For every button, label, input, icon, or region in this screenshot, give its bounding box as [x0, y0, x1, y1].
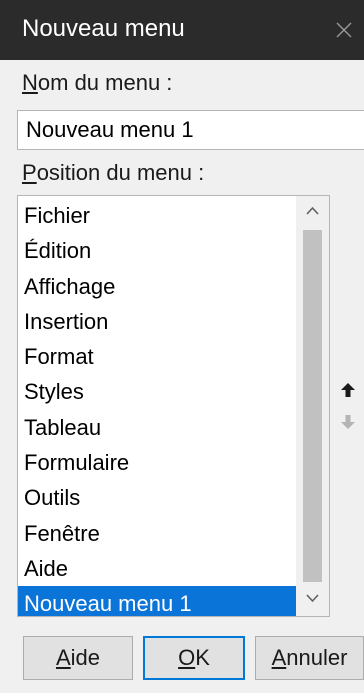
arrow-down-icon	[341, 415, 355, 429]
list-item[interactable]: Tableau	[18, 410, 296, 445]
cancel-button-label: nnuler	[286, 645, 348, 670]
close-button[interactable]	[324, 0, 364, 60]
list-item[interactable]: Aide	[18, 551, 296, 586]
list-item[interactable]: Nouveau menu 1	[18, 586, 296, 616]
move-up-button[interactable]	[338, 380, 358, 400]
title-bar: Nouveau menu	[0, 0, 364, 60]
ok-button-mnemonic: O	[178, 645, 196, 670]
menu-position-label: Position du menu :	[22, 160, 204, 186]
menu-position-label-mnemonic: P	[22, 160, 37, 185]
move-down-button[interactable]	[338, 412, 358, 432]
window-title: Nouveau menu	[22, 15, 185, 42]
cancel-button[interactable]: Annuler	[255, 636, 364, 680]
list-item[interactable]: Styles	[18, 374, 296, 409]
list-item[interactable]: Édition	[18, 233, 296, 268]
list-item[interactable]: Outils	[18, 480, 296, 515]
list-item[interactable]: Format	[18, 339, 296, 374]
menu-position-list[interactable]: Fichier Édition Affichage Insertion Form…	[17, 195, 330, 617]
list-item[interactable]: Affichage	[18, 269, 296, 304]
list-scrollbar[interactable]	[296, 196, 329, 616]
scroll-up-button[interactable]	[296, 196, 329, 228]
help-button-mnemonic: A	[55, 645, 71, 670]
new-menu-dialog: Nouveau menu Nom du menu : Position du m…	[0, 0, 364, 693]
cancel-button-mnemonic: A	[271, 645, 287, 670]
chevron-down-icon	[306, 594, 319, 603]
chevron-up-icon	[306, 206, 319, 215]
ok-button[interactable]: OK	[143, 636, 245, 680]
close-icon	[336, 22, 352, 38]
scroll-thumb[interactable]	[303, 230, 322, 582]
menu-position-items: Fichier Édition Affichage Insertion Form…	[18, 198, 296, 616]
help-button-label: ide	[70, 645, 101, 670]
list-item[interactable]: Insertion	[18, 304, 296, 339]
menu-name-input[interactable]	[17, 110, 364, 150]
arrow-up-icon	[341, 383, 355, 397]
help-button[interactable]: Aide	[23, 636, 133, 680]
menu-name-label-mnemonic: N	[22, 70, 38, 95]
menu-name-label-text: om du menu :	[37, 70, 173, 95]
menu-name-label: Nom du menu :	[22, 70, 172, 96]
ok-button-label: K	[195, 645, 210, 670]
list-item[interactable]: Formulaire	[18, 445, 296, 480]
list-item[interactable]: Fichier	[18, 198, 296, 233]
list-item[interactable]: Fenêtre	[18, 516, 296, 551]
menu-position-label-text: osition du menu :	[36, 160, 205, 185]
scroll-down-button[interactable]	[296, 584, 329, 616]
